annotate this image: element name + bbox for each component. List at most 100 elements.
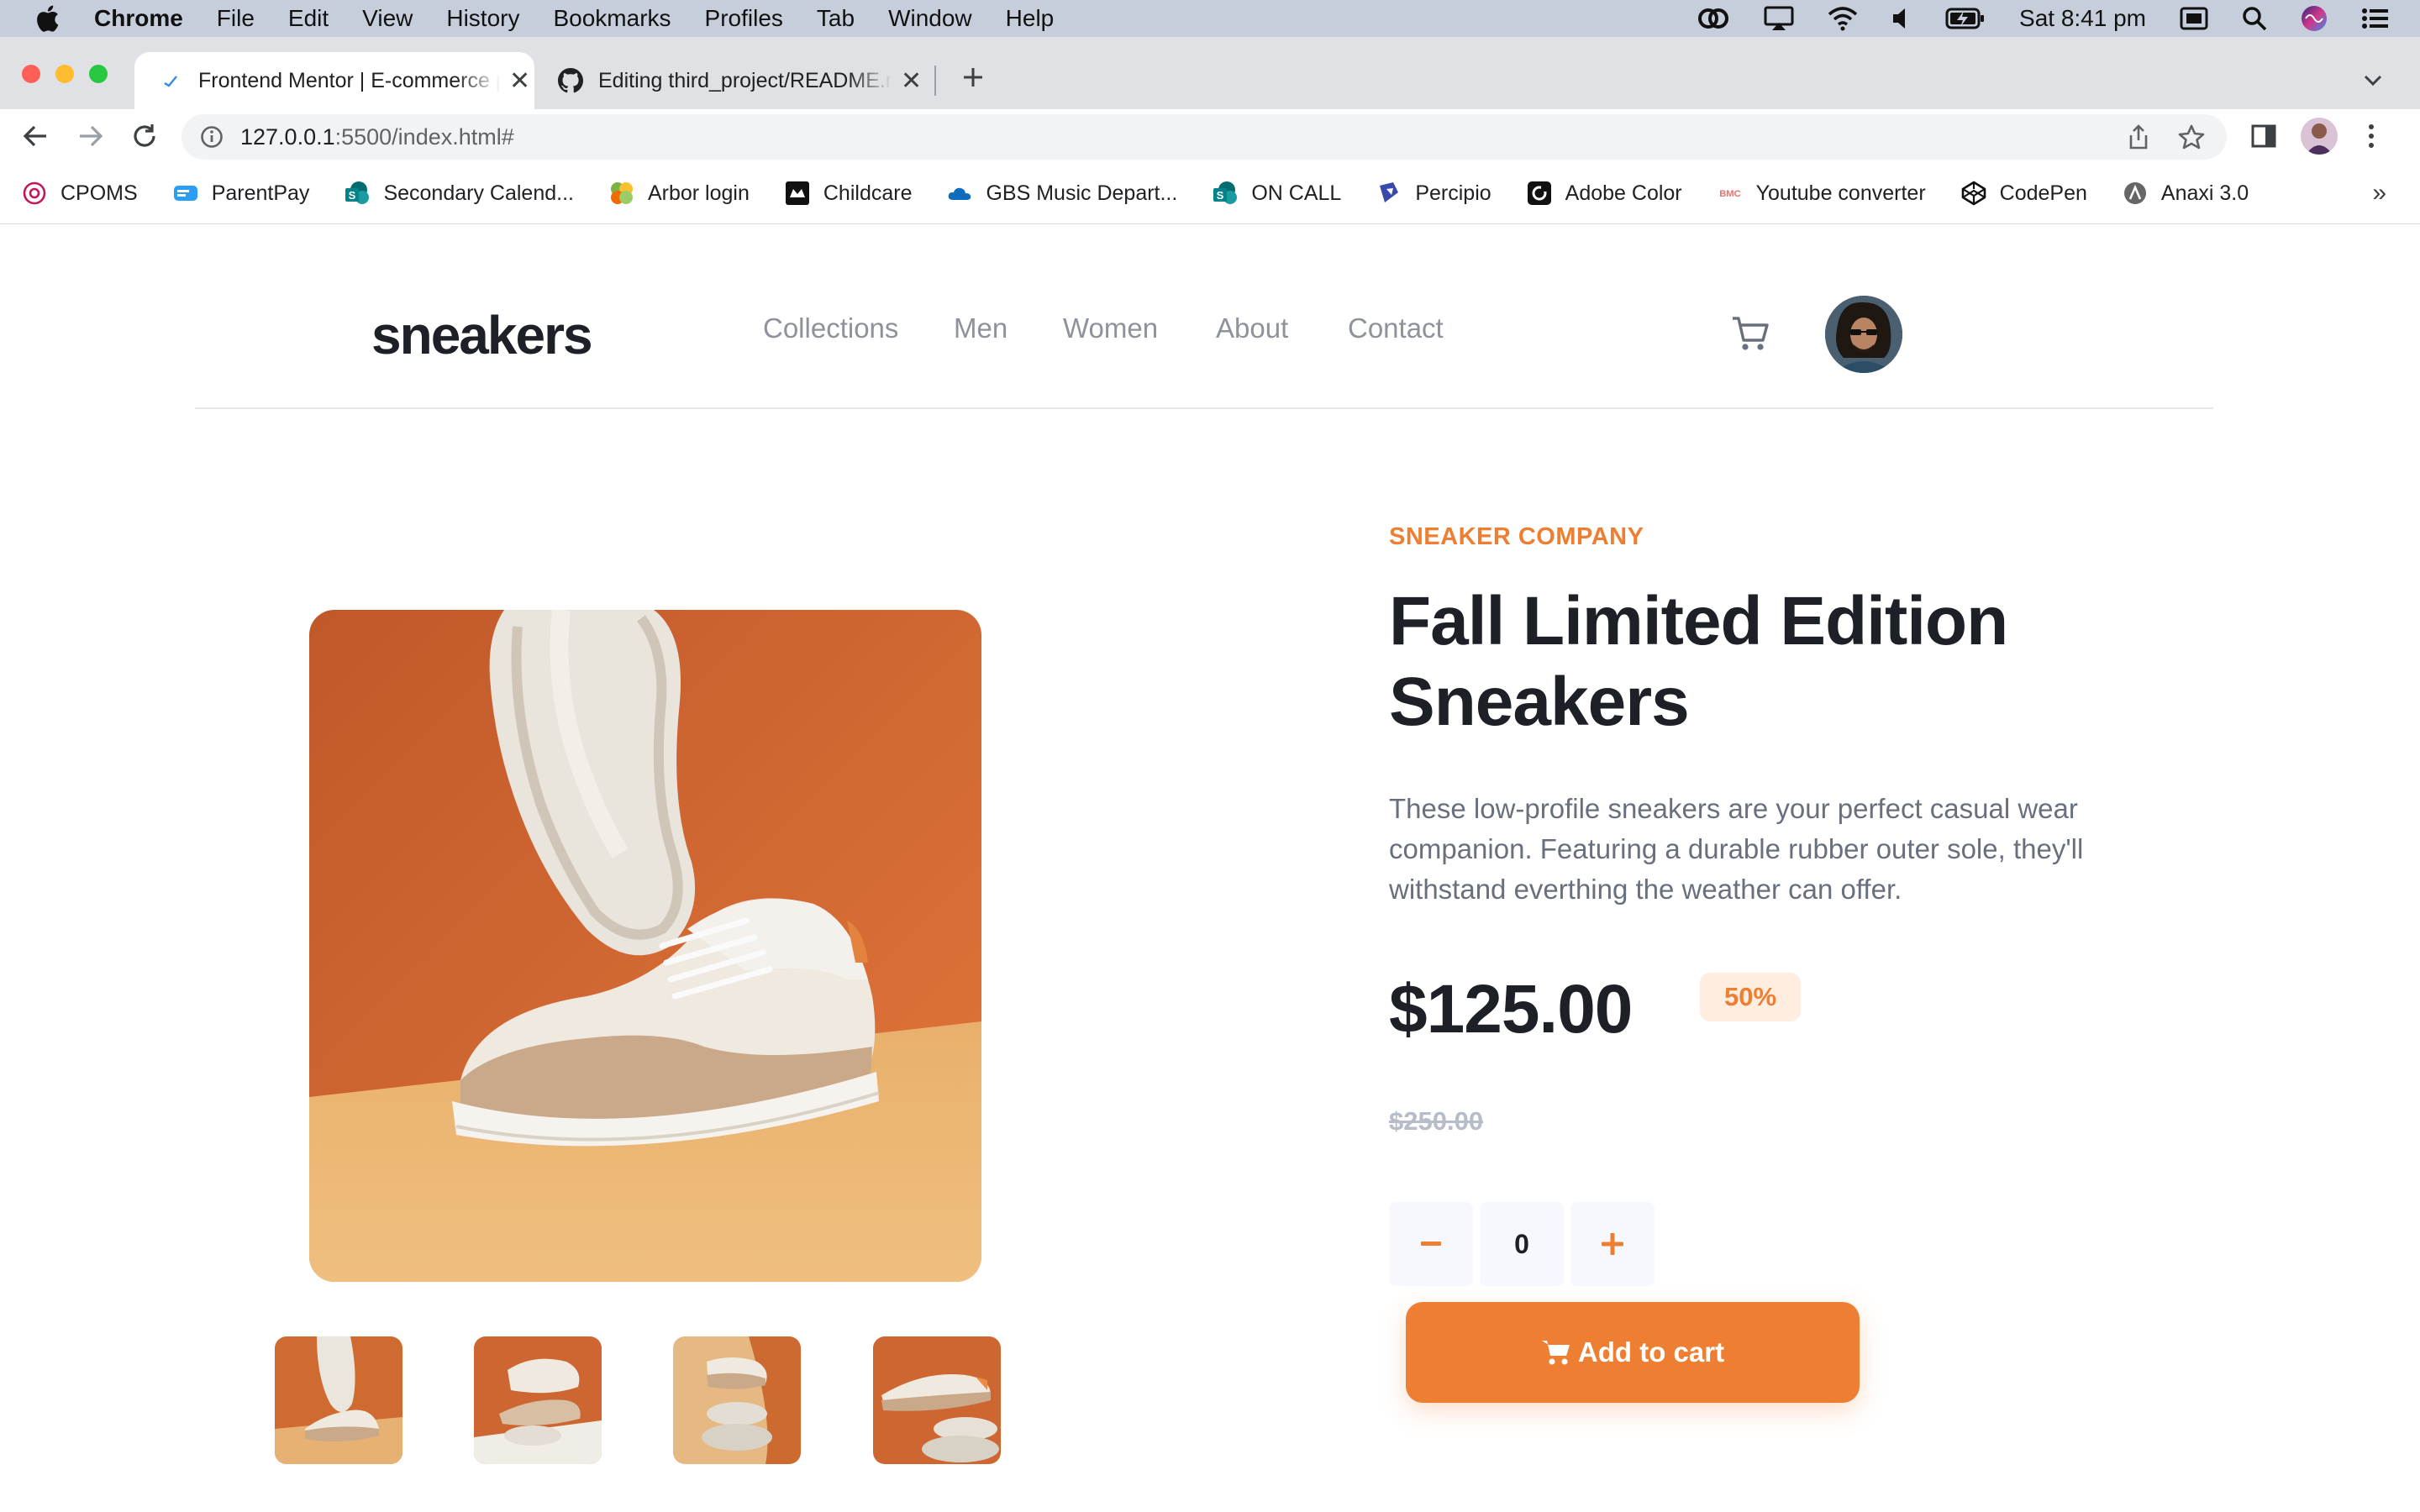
percipio-icon (1376, 181, 1402, 206)
tab-close-icon[interactable]: ✕ (509, 66, 530, 96)
nav-contact[interactable]: Contact (1348, 312, 1444, 344)
volume-icon[interactable] (1891, 7, 1912, 30)
bookmark-youtube-converter[interactable]: BMC Youtube converter (1718, 181, 1926, 206)
bookmark-percipio[interactable]: Percipio (1376, 181, 1491, 206)
tab-github-readme[interactable]: Editing third_project/README.md ✕ (534, 52, 938, 109)
chevron-down-icon (2364, 75, 2382, 87)
apple-icon[interactable] (34, 5, 60, 32)
menu-profiles[interactable]: Profiles (705, 5, 783, 32)
bookmark-parentpay[interactable]: ParentPay (173, 181, 309, 206)
airplay-icon[interactable] (1764, 6, 1794, 31)
arrow-right-icon (80, 125, 103, 147)
creative-cloud-icon[interactable] (1697, 6, 1730, 31)
cart-icon[interactable] (1731, 315, 1770, 356)
svg-text:S: S (349, 189, 356, 202)
bookmark-codepen[interactable]: CodePen (1961, 181, 2087, 206)
menu-help[interactable]: Help (1006, 5, 1055, 32)
bookmark-star-icon[interactable] (2178, 124, 2205, 150)
reload-button[interactable] (129, 121, 160, 151)
side-panel-button[interactable] (2249, 121, 2279, 151)
increase-quantity-button[interactable] (1570, 1202, 1655, 1286)
tab-title: Editing third_project/README.md (598, 68, 892, 92)
address-bar[interactable]: 127.0.0.1:5500/index.html# (182, 114, 2227, 160)
wifi-icon[interactable] (1828, 6, 1858, 31)
quantity-value: 0 (1514, 1228, 1529, 1259)
battery-icon[interactable] (1945, 7, 1986, 30)
chrome-menu-button[interactable] (2356, 121, 2386, 151)
product-thumbnail-4[interactable] (873, 1336, 1001, 1464)
bookmark-adobe-color[interactable]: Adobe Color (1527, 181, 1682, 206)
siri-icon[interactable] (2301, 5, 2328, 32)
frontend-mentor-favicon-icon (158, 68, 183, 93)
menu-tab[interactable]: Tab (817, 5, 855, 32)
bookmark-label: Adobe Color (1565, 181, 1682, 205)
sharepoint-icon: S (1213, 181, 1238, 206)
product-thumbnail-3[interactable] (673, 1336, 801, 1464)
adobe-color-icon (1527, 181, 1552, 206)
bookmark-label: Arbor login (647, 181, 750, 205)
nav-collections[interactable]: Collections (763, 312, 898, 344)
bookmark-gbs-music[interactable]: GBS Music Depart... (947, 181, 1177, 206)
mac-menu-bar: Chrome File Edit View History Bookmarks … (0, 0, 2420, 37)
header-divider (195, 407, 2213, 409)
codepen-icon (1961, 181, 1986, 206)
tab-frontend-mentor[interactable]: Frontend Mentor | E-commerce product pag… (134, 52, 534, 109)
bookmark-label: Youtube converter (1755, 181, 1926, 205)
product-description: These low-profile sneakers are your perf… (1389, 793, 2084, 905)
new-tab-button[interactable] (956, 60, 990, 94)
site-logo[interactable]: sneakers (371, 304, 593, 366)
bookmark-on-call[interactable]: S ON CALL (1213, 181, 1341, 206)
zoom-window-button[interactable] (89, 65, 108, 83)
bookmarks-bar: CPOMS ParentPay S Secondary Calend... Ar… (0, 163, 2420, 224)
info-icon[interactable] (200, 125, 224, 149)
menu-history[interactable]: History (446, 5, 519, 32)
bookmark-cpoms[interactable]: CPOMS (22, 181, 138, 206)
menu-app-name[interactable]: Chrome (94, 5, 183, 32)
sharepoint-icon: S (345, 181, 370, 206)
arbor-icon (609, 181, 634, 206)
decrease-quantity-button[interactable] (1389, 1202, 1473, 1286)
menu-clock[interactable]: Sat 8:41 pm (2019, 5, 2146, 32)
bookmark-anaxi[interactable]: Anaxi 3.0 (2123, 181, 2249, 206)
bookmarks-overflow-button[interactable]: » (2372, 179, 2386, 207)
bookmark-arbor-login[interactable]: Arbor login (609, 181, 750, 206)
bookmark-label: Childcare (823, 181, 913, 205)
nav-about[interactable]: About (1216, 312, 1288, 344)
cpoms-icon (22, 181, 47, 206)
menu-file[interactable]: File (217, 5, 255, 32)
tab-search-button[interactable] (2358, 66, 2388, 96)
quantity-display[interactable]: 0 (1480, 1202, 1564, 1286)
user-avatar[interactable] (1825, 296, 1902, 373)
menu-edit[interactable]: Edit (288, 5, 329, 32)
tab-close-icon[interactable]: ✕ (901, 66, 922, 96)
forward-button[interactable] (76, 121, 106, 151)
current-price: $125.00 (1389, 971, 1633, 1047)
reload-icon (134, 124, 155, 147)
minimize-window-button[interactable] (55, 65, 74, 83)
product-thumbnail-2[interactable] (474, 1336, 602, 1464)
menu-bookmarks[interactable]: Bookmarks (553, 5, 671, 32)
bookmark-secondary-calendar[interactable]: S Secondary Calend... (345, 181, 574, 206)
minus-icon (1421, 1242, 1441, 1246)
bookmark-childcare[interactable]: Childcare (785, 181, 913, 206)
control-center-icon[interactable] (2361, 7, 2390, 30)
more-vertical-icon (2369, 124, 2374, 148)
product-main-image[interactable] (309, 610, 981, 1282)
menu-window[interactable]: Window (888, 5, 972, 32)
back-button[interactable] (20, 121, 50, 151)
spotlight-icon[interactable] (2242, 6, 2267, 31)
add-to-cart-button[interactable]: Add to cart (1406, 1302, 1860, 1403)
product-thumbnail-1[interactable] (275, 1336, 402, 1464)
menu-view[interactable]: View (362, 5, 413, 32)
nav-women[interactable]: Women (1063, 312, 1158, 344)
bookmark-label: GBS Music Depart... (986, 181, 1178, 205)
childcare-icon (785, 181, 810, 206)
control-strip-icon[interactable] (2180, 7, 2208, 30)
profile-avatar[interactable] (2301, 118, 2338, 155)
product-page: sneakers Collections Men Women About Con… (0, 224, 2420, 1512)
close-window-button[interactable] (22, 65, 40, 83)
url-text[interactable]: 127.0.0.1:5500/index.html# (240, 124, 514, 150)
tab-strip: Frontend Mentor | E-commerce product pag… (0, 37, 2420, 109)
share-icon[interactable] (2128, 124, 2149, 150)
nav-men[interactable]: Men (954, 312, 1007, 344)
